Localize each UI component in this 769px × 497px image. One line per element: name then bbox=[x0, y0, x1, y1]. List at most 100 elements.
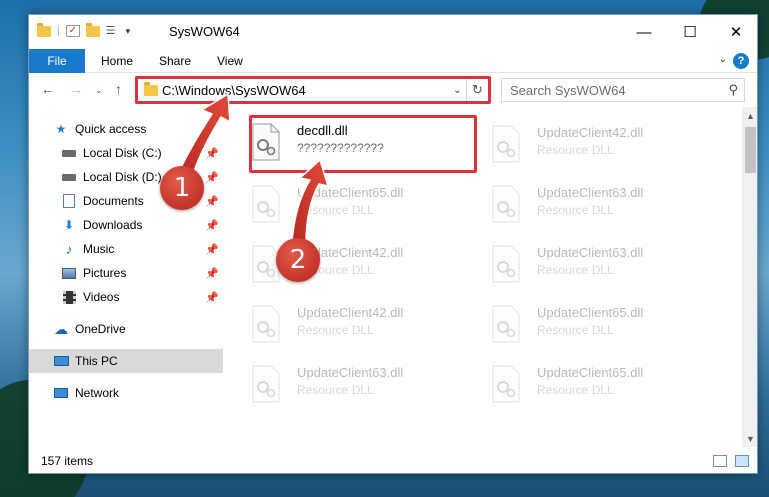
window-title: SysWOW64 bbox=[169, 24, 240, 39]
sidebar-item-label: Local Disk (D:) bbox=[83, 170, 162, 184]
scroll-up-icon[interactable]: ▲ bbox=[742, 107, 757, 124]
pictures-icon bbox=[61, 266, 77, 280]
sidebar-item-videos[interactable]: Videos 📌 bbox=[29, 285, 223, 309]
cloud-icon: ☁ bbox=[54, 320, 68, 337]
file-highlight-box bbox=[249, 115, 477, 173]
file-type: Resource DLL bbox=[537, 203, 614, 217]
sidebar-item-downloads[interactable]: ⬇ Downloads 📌 bbox=[29, 213, 223, 237]
file-name: UpdateClient65.dll bbox=[537, 305, 644, 320]
tab-share[interactable]: Share bbox=[159, 54, 191, 68]
file-name: UpdateClient65.dll bbox=[297, 185, 404, 200]
separator: | bbox=[57, 25, 60, 37]
minimize-button[interactable]: — bbox=[621, 15, 667, 49]
recent-locations-icon[interactable]: ⌄ bbox=[95, 85, 103, 96]
dll-file-icon bbox=[492, 125, 520, 163]
file-item[interactable]: UpdateClient63.dll Resource DLL bbox=[489, 239, 709, 289]
tab-file[interactable]: File bbox=[29, 49, 85, 73]
sidebar-item-label: Pictures bbox=[83, 266, 127, 280]
sidebar-item-local-disk-c[interactable]: Local Disk (C:) 📌 bbox=[29, 141, 223, 165]
pin-icon[interactable]: 📌 bbox=[205, 291, 219, 304]
file-type: Resource DLL bbox=[537, 143, 614, 157]
sidebar-item-label: Documents bbox=[83, 194, 144, 208]
step-2-badge: 2 bbox=[276, 238, 320, 282]
close-button[interactable]: ✕ bbox=[713, 15, 757, 49]
pin-icon[interactable]: 📌 bbox=[205, 219, 219, 232]
network-icon bbox=[53, 386, 69, 400]
maximize-button[interactable]: ☐ bbox=[667, 15, 713, 49]
file-item[interactable]: UpdateClient65.dll Resource DLL bbox=[489, 299, 709, 349]
file-name: UpdateClient63.dll bbox=[537, 185, 644, 200]
step-1-badge: 1 bbox=[160, 166, 204, 210]
file-name: UpdateClient42.dll bbox=[537, 125, 644, 140]
file-item[interactable]: UpdateClient65.dll Resource DLL bbox=[489, 359, 709, 409]
sidebar-item-label: OneDrive bbox=[75, 322, 126, 336]
status-bar: 157 items bbox=[29, 447, 757, 473]
sidebar-item-pictures[interactable]: Pictures 📌 bbox=[29, 261, 223, 285]
sidebar-item-label: Music bbox=[83, 242, 115, 256]
file-item[interactable]: UpdateClient63.dll Resource DLL bbox=[489, 179, 709, 229]
file-item[interactable]: UpdateClient42.dll Resource DLL bbox=[249, 299, 469, 349]
download-icon: ⬇ bbox=[63, 218, 75, 232]
dll-file-icon bbox=[492, 305, 520, 343]
drive-icon bbox=[61, 146, 77, 160]
file-type: Resource DLL bbox=[297, 383, 374, 397]
dll-file-icon bbox=[252, 305, 280, 343]
file-name: UpdateClient65.dll bbox=[537, 365, 644, 380]
pin-icon[interactable]: 📌 bbox=[205, 267, 219, 280]
search-icon[interactable]: ⚲ bbox=[728, 82, 738, 98]
up-arrow-icon[interactable]: ↑ bbox=[115, 81, 122, 97]
sidebar-item-label: Local Disk (C:) bbox=[83, 146, 162, 160]
customize-toolbar-icon[interactable]: ▾ bbox=[126, 26, 131, 37]
navigation-pane: ★ Quick access Local Disk (C:) 📌 Local D… bbox=[29, 107, 223, 447]
file-item[interactable]: UpdateClient65.dll Resource DLL bbox=[249, 179, 469, 229]
large-icons-view-icon[interactable] bbox=[735, 455, 749, 467]
scroll-thumb[interactable] bbox=[745, 127, 756, 173]
rename-icon[interactable]: ☰ bbox=[106, 25, 120, 37]
ribbon-tabs: File Home Share View ⌄ ? bbox=[29, 49, 757, 73]
sidebar-item-network[interactable]: Network bbox=[29, 381, 223, 405]
dll-file-icon bbox=[492, 365, 520, 403]
pin-icon[interactable]: 📌 bbox=[205, 147, 219, 160]
sidebar-item-music[interactable]: ♪ Music 📌 bbox=[29, 237, 223, 261]
sidebar-item-label: Network bbox=[75, 386, 120, 400]
sidebar-item-quick-access[interactable]: ★ Quick access bbox=[29, 117, 223, 141]
tab-home[interactable]: Home bbox=[101, 54, 133, 68]
sidebar-item-label: Quick access bbox=[75, 122, 147, 136]
sidebar-item-label: This PC bbox=[75, 354, 118, 368]
navigation-bar: ← → ⌄ ↑ C:\Windows\SysWOW64 ⌄ ↻ Search S… bbox=[29, 73, 757, 107]
documents-icon bbox=[61, 194, 77, 208]
address-highlight-box bbox=[135, 76, 491, 104]
pin-icon[interactable]: 📌 bbox=[205, 243, 219, 256]
music-icon: ♪ bbox=[65, 241, 73, 257]
item-count: 157 items bbox=[41, 454, 94, 468]
forward-arrow-icon[interactable]: → bbox=[69, 81, 83, 97]
search-input[interactable]: Search SysWOW64 ⚲ bbox=[501, 78, 745, 102]
details-view-icon[interactable] bbox=[713, 455, 727, 467]
help-icon[interactable]: ? bbox=[733, 53, 749, 69]
properties-icon[interactable]: ✓ bbox=[65, 25, 80, 37]
pin-icon[interactable]: 📌 bbox=[205, 195, 219, 208]
vertical-scrollbar[interactable]: ▲ ▼ bbox=[742, 107, 757, 447]
scroll-down-icon[interactable]: ▼ bbox=[742, 430, 757, 447]
sidebar-item-this-pc[interactable]: This PC bbox=[29, 349, 223, 373]
file-item[interactable]: UpdateClient42.dll Resource DLL bbox=[489, 119, 709, 169]
computer-icon bbox=[53, 354, 69, 368]
folder-icon bbox=[37, 22, 51, 37]
sidebar-item-label: Videos bbox=[83, 290, 120, 304]
expand-ribbon-icon[interactable]: ⌄ bbox=[719, 54, 727, 65]
file-type: Resource DLL bbox=[297, 323, 374, 337]
dll-file-icon bbox=[252, 185, 280, 223]
title-bar: | ✓ ☰ ▾ SysWOW64 — ☐ ✕ bbox=[29, 15, 757, 49]
new-folder-icon[interactable] bbox=[85, 22, 100, 37]
tab-view[interactable]: View bbox=[217, 54, 243, 68]
search-placeholder: Search SysWOW64 bbox=[510, 83, 626, 98]
pin-icon[interactable]: 📌 bbox=[205, 171, 219, 184]
file-type: Resource DLL bbox=[297, 203, 374, 217]
dll-file-icon bbox=[492, 185, 520, 223]
file-name: UpdateClient63.dll bbox=[297, 365, 404, 380]
star-icon: ★ bbox=[55, 122, 67, 136]
dll-file-icon bbox=[492, 245, 520, 283]
file-item[interactable]: UpdateClient63.dll Resource DLL bbox=[249, 359, 469, 409]
back-arrow-icon[interactable]: ← bbox=[41, 81, 55, 97]
sidebar-item-onedrive[interactable]: ☁ OneDrive bbox=[29, 317, 223, 341]
